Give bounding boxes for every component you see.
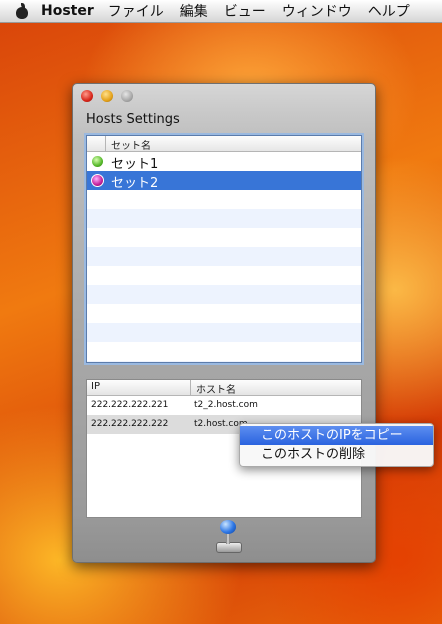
empty-row	[87, 266, 361, 285]
menu-window[interactable]: ウィンドウ	[282, 1, 352, 21]
menu-bar: Hoster ファイル 編集 ビュー ウィンドウ ヘルプ	[0, 0, 442, 23]
host-ip-cell: 222.222.222.221	[91, 400, 169, 410]
empty-row	[87, 342, 361, 361]
joystick-ball	[220, 520, 236, 534]
set-row-1[interactable]: セット1	[87, 152, 361, 172]
empty-row	[87, 285, 361, 304]
empty-row	[87, 247, 361, 266]
close-window-button[interactable]	[81, 90, 93, 102]
host-ip-cell: 222.222.222.222	[91, 419, 169, 429]
host-table-header: IP ホスト名	[87, 380, 361, 396]
delete-host-menu-item[interactable]: このホストの削除	[240, 445, 433, 464]
set-name-label: セット1	[111, 157, 159, 172]
minimize-window-button[interactable]	[101, 90, 113, 102]
menu-edit[interactable]: 編集	[180, 1, 208, 21]
empty-row	[87, 209, 361, 228]
window-title: Hosts Settings	[86, 112, 180, 127]
copy-host-ip-menu-item[interactable]: このホストのIPをコピー	[240, 426, 433, 445]
empty-row	[87, 323, 361, 342]
hosts-settings-window: Hosts Settings セット名 セット1 セット2 IP ホスト名 22…	[72, 83, 376, 563]
menu-app-name[interactable]: Hoster	[41, 3, 94, 19]
joystick-icon[interactable]	[213, 520, 243, 556]
status-magenta-icon	[91, 174, 104, 187]
set-row-2-selected[interactable]: セット2	[87, 171, 361, 191]
set-name-label: セット2	[111, 176, 159, 191]
zoom-window-button[interactable]	[121, 90, 133, 102]
set-table-header[interactable]: セット名	[87, 136, 361, 152]
apple-logo-icon[interactable]	[15, 3, 29, 19]
set-table[interactable]: セット名 セット1 セット2	[86, 135, 362, 363]
menu-view[interactable]: ビュー	[224, 1, 266, 21]
empty-row	[87, 361, 361, 362]
context-menu: このホストのIPをコピー このホストの削除	[239, 423, 434, 467]
set-name-column-header[interactable]: セット名	[111, 137, 151, 152]
empty-row	[87, 228, 361, 247]
host-name-cell: t2_2.host.com	[194, 400, 258, 410]
column-divider	[105, 136, 106, 151]
column-divider	[190, 380, 191, 395]
menu-file[interactable]: ファイル	[108, 1, 164, 21]
status-green-icon	[92, 156, 103, 167]
empty-row	[87, 304, 361, 323]
menu-help[interactable]: ヘルプ	[368, 1, 410, 21]
ip-column-header[interactable]: IP	[91, 381, 100, 392]
host-row-1[interactable]: 222.222.222.221 t2_2.host.com	[87, 396, 361, 415]
empty-row	[87, 190, 361, 209]
hostname-column-header[interactable]: ホスト名	[196, 381, 236, 396]
